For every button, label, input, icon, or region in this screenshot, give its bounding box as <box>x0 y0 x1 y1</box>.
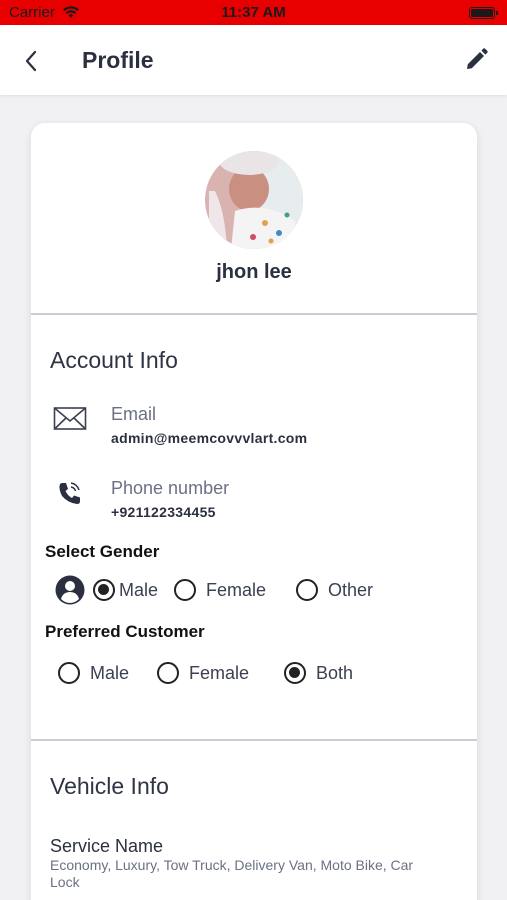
battery-icon <box>469 7 498 19</box>
service-name-value: Economy, Luxury, Tow Truck, Delivery Van… <box>50 857 414 890</box>
email-label: Email <box>111 404 157 424</box>
gender-other-label: Other <box>328 579 374 600</box>
phone-icon <box>59 482 80 504</box>
person-icon <box>55 575 85 605</box>
gender-female-radio[interactable]: Female <box>174 579 266 601</box>
gender-male-radio[interactable]: Male <box>93 579 158 601</box>
profile-name: jhon lee <box>216 261 292 283</box>
radio-unselected-icon <box>296 579 318 601</box>
phone-value: +921122334455 <box>111 504 216 520</box>
avatar[interactable] <box>205 151 303 249</box>
radio-selected-icon <box>284 662 306 684</box>
preferred-female-radio[interactable]: Female <box>157 662 249 684</box>
preferred-male-label: Male <box>90 662 130 683</box>
edit-pencil-icon[interactable] <box>461 45 491 75</box>
vehicle-info-title: Vehicle Info <box>50 773 169 799</box>
status-bar: Carrier 11:37 AM <box>0 0 507 25</box>
nav-bar: Profile <box>0 25 507 95</box>
radio-unselected-icon <box>157 662 179 684</box>
divider <box>31 739 477 741</box>
gender-radio-group: Male Female Other <box>31 575 477 605</box>
gender-male-label: Male <box>119 579 159 600</box>
radio-unselected-icon <box>174 579 196 601</box>
preferred-female-label: Female <box>189 662 250 683</box>
page-title: Profile <box>82 47 154 73</box>
back-arrow-icon[interactable] <box>18 47 46 75</box>
preferred-customer-radio-group: Male Female Both <box>31 660 477 690</box>
profile-card: jhon lee Account Info Email admin@meemco… <box>31 123 477 900</box>
divider <box>31 313 477 315</box>
radio-selected-icon <box>93 579 115 601</box>
status-time: 11:37 AM <box>221 4 286 21</box>
gender-female-label: Female <box>206 579 267 600</box>
select-gender-title: Select Gender <box>45 542 160 561</box>
gender-other-radio[interactable]: Other <box>296 579 373 601</box>
preferred-customer-title: Preferred Customer <box>45 622 205 641</box>
phone-label: Phone number <box>111 478 230 498</box>
email-value: admin@meemcovvvlart.com <box>111 430 308 446</box>
service-name-label: Service Name <box>50 836 164 856</box>
radio-unselected-icon <box>58 662 80 684</box>
preferred-both-radio[interactable]: Both <box>284 662 353 684</box>
preferred-male-radio[interactable]: Male <box>58 662 129 684</box>
preferred-both-label: Both <box>316 662 354 683</box>
envelope-icon <box>53 407 87 430</box>
account-info-title: Account Info <box>50 347 178 373</box>
